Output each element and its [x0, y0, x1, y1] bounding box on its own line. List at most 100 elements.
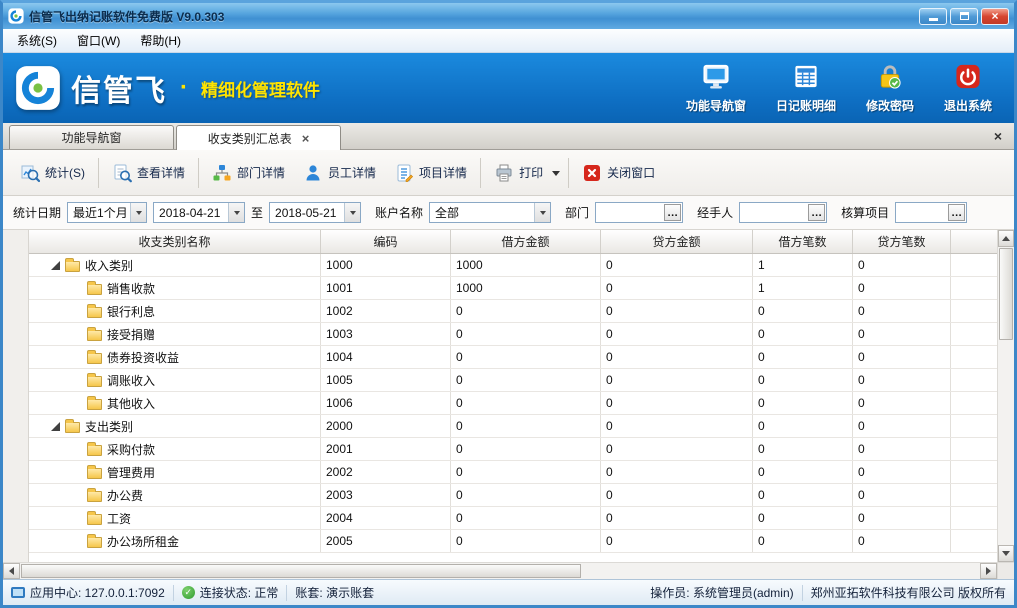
expand-collapse-icon[interactable]: [51, 261, 60, 270]
table-row[interactable]: 调账收入 1005 0 0 0 0: [29, 369, 997, 392]
scroll-left-button[interactable]: [3, 563, 20, 579]
column-header-debit[interactable]: 借方金额: [451, 230, 601, 253]
chevron-down-icon[interactable]: [228, 203, 244, 222]
menu-window[interactable]: 窗口(W): [67, 29, 130, 52]
code-cell: 1001: [321, 277, 451, 299]
code-cell: 2004: [321, 507, 451, 529]
code-cell: 1005: [321, 369, 451, 391]
table-row[interactable]: 采购付款 2001 0 0 0 0: [29, 438, 997, 461]
debit-count-cell: 0: [753, 415, 853, 437]
horizontal-scroll-thumb[interactable]: [21, 564, 581, 578]
chevron-down-icon[interactable]: [344, 203, 360, 222]
ellipsis-button[interactable]: …: [808, 204, 825, 221]
tab-report[interactable]: 收支类别汇总表 ×: [176, 125, 341, 150]
vertical-scrollbar[interactable]: [997, 230, 1014, 562]
account-select[interactable]: 全部: [429, 202, 551, 223]
column-header-code[interactable]: 编码: [321, 230, 451, 253]
maximize-button[interactable]: [950, 8, 978, 25]
column-header-name[interactable]: 收支类别名称: [29, 230, 321, 253]
table-row[interactable]: 办公费 2003 0 0 0 0: [29, 484, 997, 507]
credit-count-cell: 0: [853, 415, 951, 437]
tab-strip-close-button[interactable]: ×: [988, 128, 1008, 144]
table-row[interactable]: 工资 2004 0 0 0 0: [29, 507, 997, 530]
journal-detail-button[interactable]: 日记账明细: [776, 63, 836, 114]
column-header-credit-count[interactable]: 贷方笔数: [853, 230, 951, 253]
table-row[interactable]: 支出类别 2000 0 0 0 0: [29, 415, 997, 438]
horizontal-scrollbar[interactable]: [3, 563, 997, 579]
table-row[interactable]: 接受捐赠 1003 0 0 0 0: [29, 323, 997, 346]
debit-count-cell: 0: [753, 369, 853, 391]
credit-amount-cell: 0: [601, 254, 753, 276]
debit-amount-cell: 0: [451, 392, 601, 414]
app-window: 信管飞出纳记账软件免费版 V9.0.303 × 系统(S) 窗口(W) 帮助(H…: [0, 0, 1017, 608]
table-row[interactable]: 银行利息 1002 0 0 0 0: [29, 300, 997, 323]
folder-icon: [87, 537, 102, 548]
tab-nav-window[interactable]: 功能导航窗: [9, 125, 174, 149]
app-center-icon: [11, 587, 25, 598]
debit-count-cell: 0: [753, 323, 853, 345]
ellipsis-button[interactable]: …: [948, 204, 965, 221]
print-button[interactable]: 打印: [485, 155, 552, 191]
banner: 信管飞 · 精细化管理软件 功能导航窗 日记账明细 修改密码: [3, 53, 1014, 123]
nav-window-button[interactable]: 功能导航窗: [686, 63, 746, 114]
date-range-select[interactable]: 最近1个月: [67, 202, 147, 223]
minimize-button[interactable]: [919, 8, 947, 25]
category-name: 工资: [107, 510, 131, 527]
project-input[interactable]: …: [895, 202, 967, 223]
maximize-icon: [960, 12, 969, 20]
tab-close-icon[interactable]: ×: [302, 132, 310, 145]
filler-cell: [951, 415, 997, 437]
table-row[interactable]: 办公场所租金 2005 0 0 0 0: [29, 530, 997, 553]
credit-count-cell: 0: [853, 323, 951, 345]
column-header-debit-count[interactable]: 借方笔数: [753, 230, 853, 253]
lock-icon: [875, 63, 905, 93]
table-row[interactable]: 销售收款 1001 1000 0 1 0: [29, 277, 997, 300]
table-row[interactable]: 管理费用 2002 0 0 0 0: [29, 461, 997, 484]
close-window-button[interactable]: 关闭窗口: [573, 155, 664, 191]
table-row[interactable]: 收入类别 1000 1000 0 1 0: [29, 254, 997, 277]
change-password-button[interactable]: 修改密码: [866, 63, 914, 114]
credit-count-cell: 0: [853, 461, 951, 483]
close-window-icon: [582, 163, 602, 183]
proj-detail-button[interactable]: 项目详情: [385, 155, 476, 191]
debit-count-cell: 0: [753, 530, 853, 552]
date-to-select[interactable]: 2018-05-21: [269, 202, 361, 223]
scrollbar-corner: [997, 563, 1014, 579]
exit-system-button[interactable]: 退出系统: [944, 63, 992, 114]
toolbar-separator: [198, 158, 199, 188]
chevron-down-icon[interactable]: [130, 203, 146, 222]
credit-count-cell: 0: [853, 392, 951, 414]
credit-amount-cell: 0: [601, 300, 753, 322]
handler-input[interactable]: …: [739, 202, 827, 223]
chevron-down-icon[interactable]: [534, 203, 550, 222]
debit-count-cell: 1: [753, 254, 853, 276]
print-dropdown-button[interactable]: [552, 171, 560, 180]
menu-system[interactable]: 系统(S): [7, 29, 67, 52]
dept-detail-button[interactable]: 部门详情: [203, 155, 294, 191]
view-detail-button[interactable]: 查看详情: [103, 155, 194, 191]
scroll-up-button[interactable]: [998, 230, 1014, 247]
date-from-select[interactable]: 2018-04-21: [153, 202, 245, 223]
department-input[interactable]: …: [595, 202, 683, 223]
credit-amount-cell: 0: [601, 507, 753, 529]
scroll-down-button[interactable]: [998, 545, 1014, 562]
column-header-credit[interactable]: 贷方金额: [601, 230, 753, 253]
category-name-cell: 销售收款: [29, 277, 321, 299]
table-row[interactable]: 其他收入 1006 0 0 0 0: [29, 392, 997, 415]
handler-label: 经手人: [697, 204, 733, 221]
emp-detail-button[interactable]: 员工详情: [294, 155, 385, 191]
table-row[interactable]: 债券投资收益 1004 0 0 0 0: [29, 346, 997, 369]
window-controls: ×: [919, 8, 1009, 25]
credit-count-cell: 0: [853, 530, 951, 552]
expand-collapse-icon[interactable]: [51, 422, 60, 431]
menu-help[interactable]: 帮助(H): [130, 29, 191, 52]
debit-amount-cell: 0: [451, 507, 601, 529]
vertical-scroll-thumb[interactable]: [999, 248, 1013, 340]
brand-name: 信管飞: [71, 66, 167, 110]
credit-amount-cell: 0: [601, 323, 753, 345]
scroll-right-button[interactable]: [980, 563, 997, 579]
ellipsis-button[interactable]: …: [664, 204, 681, 221]
close-button[interactable]: ×: [981, 8, 1009, 25]
code-cell: 2001: [321, 438, 451, 460]
stat-button[interactable]: 统计(S): [11, 155, 94, 191]
